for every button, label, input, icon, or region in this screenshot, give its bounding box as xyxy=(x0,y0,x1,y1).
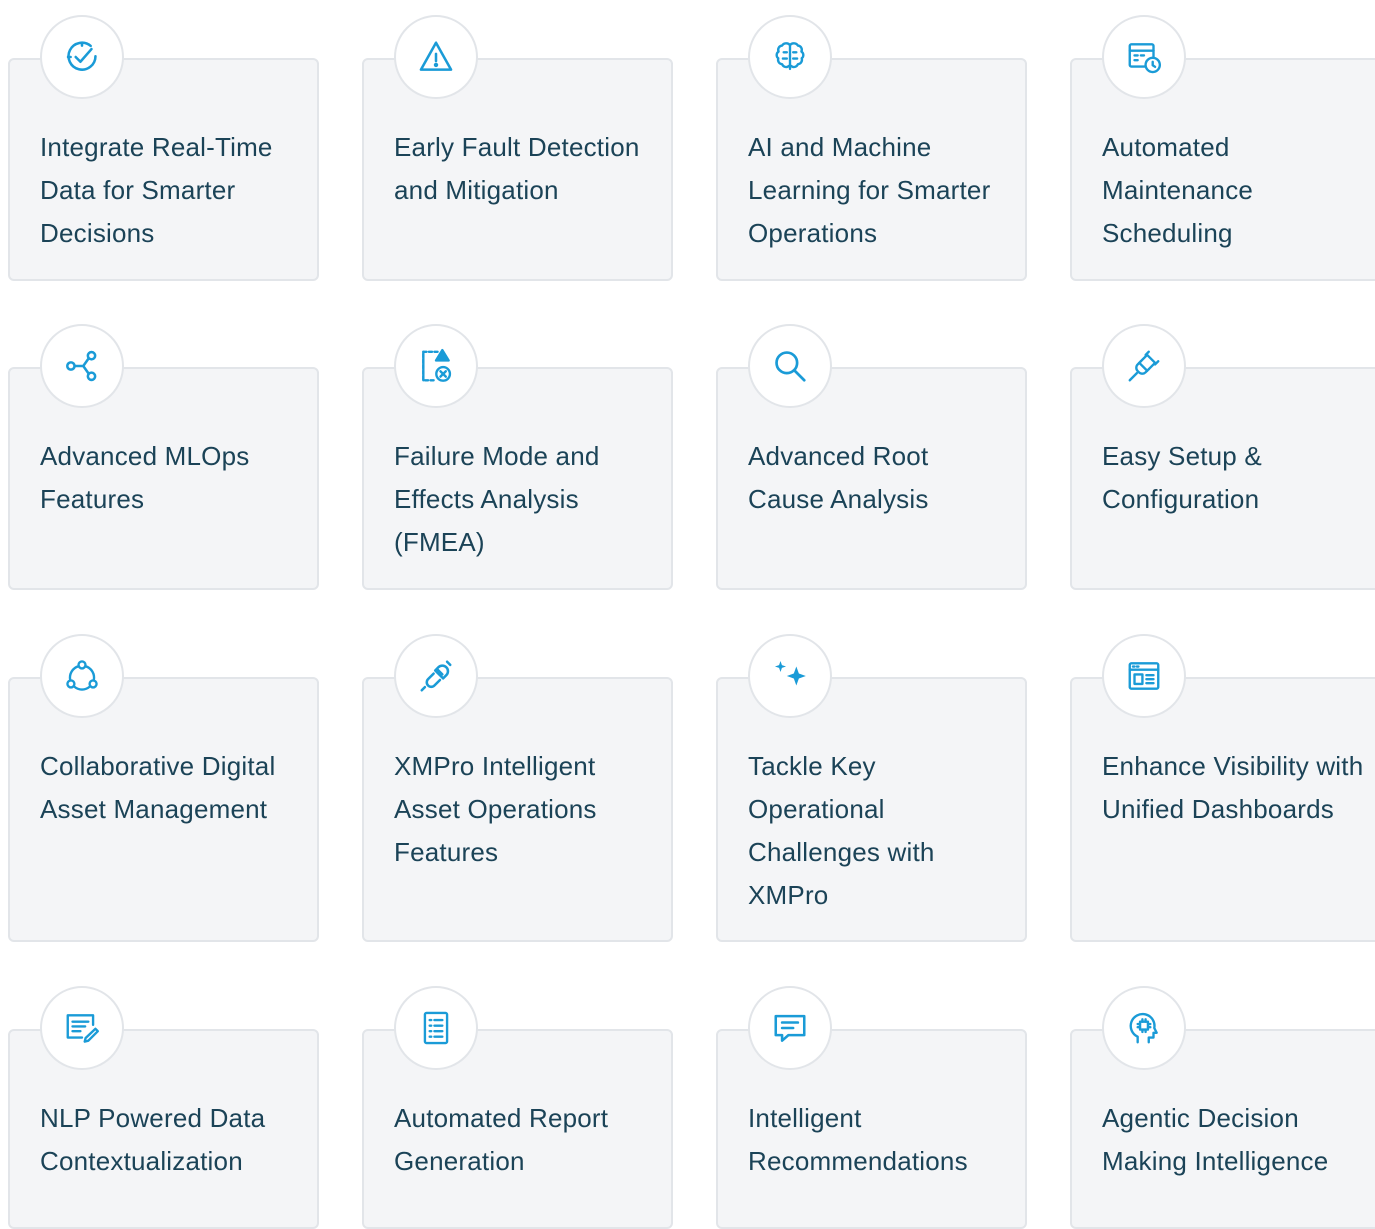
plug-icon xyxy=(1128,350,1160,382)
icon-badge xyxy=(1102,324,1186,408)
report-document-icon xyxy=(423,1011,449,1045)
feature-card[interactable]: Intelligent Recommendations xyxy=(716,986,1027,1229)
card-title: Collaborative Digital Asset Management xyxy=(40,751,276,824)
text-edit-icon xyxy=(66,1014,100,1043)
card-title: Automated Report Generation xyxy=(394,1103,609,1176)
card-title: Advanced Root Cause Analysis xyxy=(748,441,929,514)
document-warning-icon xyxy=(422,348,452,382)
chat-bubble-icon xyxy=(774,1014,806,1042)
icon-badge xyxy=(40,15,124,99)
feature-card[interactable]: Automated Maintenance Scheduling xyxy=(1070,15,1375,281)
card-title: XMPro Intelligent Asset Operations Featu… xyxy=(394,751,597,867)
checkmark-gauge-icon xyxy=(66,41,97,71)
card-title: NLP Powered Data Contextualization xyxy=(40,1103,266,1176)
icon-badge xyxy=(40,986,124,1070)
feature-card[interactable]: Integrate Real-Time Data for Smarter Dec… xyxy=(8,15,319,281)
icon-badge xyxy=(748,986,832,1070)
feature-card[interactable]: Advanced Root Cause Analysis xyxy=(716,324,1027,590)
icon-badge xyxy=(1102,15,1186,99)
card-title: Automated Maintenance Scheduling xyxy=(1102,132,1254,248)
feature-card[interactable]: XMPro Intelligent Asset Operations Featu… xyxy=(362,634,673,942)
icon-badge xyxy=(394,15,478,99)
feature-card[interactable]: Automated Report Generation xyxy=(362,986,673,1229)
icon-badge xyxy=(394,986,478,1070)
icon-badge xyxy=(40,634,124,718)
feature-card[interactable]: Early Fault Detection and Mitigation xyxy=(362,15,673,281)
share-nodes-icon xyxy=(66,350,97,382)
sparkles-icon xyxy=(774,660,806,686)
card-title: Failure Mode and Effects Analysis (FMEA) xyxy=(394,441,600,557)
card-title: Enhance Visibility with Unified Dashboar… xyxy=(1102,751,1364,824)
card-title: Tackle Key Operational Challenges with X… xyxy=(748,751,935,910)
card-title: Integrate Real-Time Data for Smarter Dec… xyxy=(40,132,273,248)
icon-badge xyxy=(748,324,832,408)
card-title: AI and Machine Learning for Smarter Oper… xyxy=(748,132,991,248)
connector-icon xyxy=(420,660,452,692)
card-title: Easy Setup & Configuration xyxy=(1102,441,1262,514)
card-title: Agentic Decision Making Intelligence xyxy=(1102,1103,1329,1176)
icon-badge xyxy=(394,324,478,408)
feature-card[interactable]: Agentic Decision Making Intelligence xyxy=(1070,986,1375,1229)
icon-badge xyxy=(1102,986,1186,1070)
icon-badge xyxy=(748,634,832,718)
card-title: Early Fault Detection and Mitigation xyxy=(394,132,640,205)
brain-icon xyxy=(775,42,805,71)
feature-card[interactable]: Enhance Visibility with Unified Dashboar… xyxy=(1070,634,1375,942)
feature-card[interactable]: Advanced MLOps Features xyxy=(8,324,319,590)
head-chip-icon xyxy=(1129,1012,1158,1044)
card-title: Advanced MLOps Features xyxy=(40,441,250,514)
collaboration-cycle-icon xyxy=(66,660,98,691)
warning-triangle-icon xyxy=(419,41,453,71)
feature-card[interactable]: AI and Machine Learning for Smarter Oper… xyxy=(716,15,1027,281)
card-title: Intelligent Recommendations xyxy=(748,1103,968,1176)
icon-badge xyxy=(1102,634,1186,718)
icon-badge xyxy=(394,634,478,718)
dashboard-icon xyxy=(1128,662,1160,690)
icon-badge xyxy=(40,324,124,408)
search-icon xyxy=(775,351,806,382)
feature-card[interactable]: Failure Mode and Effects Analysis (FMEA) xyxy=(362,324,673,590)
calendar-clock-icon xyxy=(1128,43,1162,74)
feature-card[interactable]: NLP Powered Data Contextualization xyxy=(8,986,319,1229)
feature-card[interactable]: Tackle Key Operational Challenges with X… xyxy=(716,634,1027,942)
feature-card[interactable]: Easy Setup & Configuration xyxy=(1070,324,1375,590)
feature-card[interactable]: Collaborative Digital Asset Management xyxy=(8,634,319,942)
icon-badge xyxy=(748,15,832,99)
